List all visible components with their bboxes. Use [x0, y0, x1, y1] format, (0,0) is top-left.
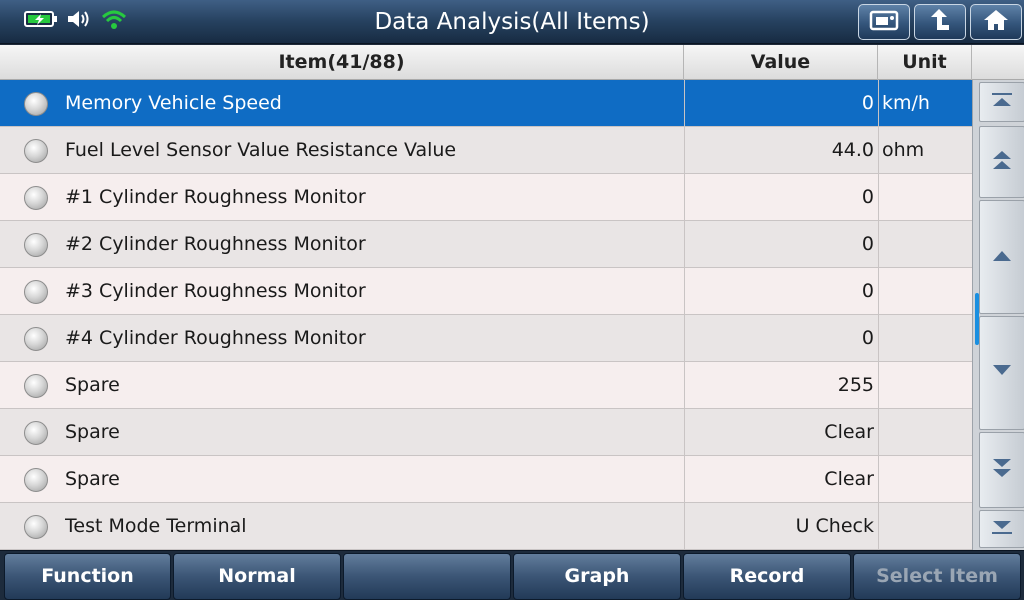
row-item-name: Spare — [65, 421, 120, 443]
row-value: 0 — [684, 268, 874, 314]
table-row[interactable]: Test Mode Terminal U Check — [0, 503, 972, 550]
row-unit — [878, 503, 972, 549]
row-item-name: #2 Cylinder Roughness Monitor — [65, 233, 366, 255]
function-button[interactable]: Function — [4, 553, 171, 600]
select-item-button[interactable]: Select Item — [853, 553, 1021, 600]
chevron-down-icon — [990, 363, 1014, 383]
row-item-name: Spare — [65, 374, 120, 396]
row-radio[interactable] — [24, 374, 48, 398]
row-unit: ohm — [878, 127, 972, 173]
row-radio[interactable] — [24, 468, 48, 492]
row-radio[interactable] — [24, 233, 48, 257]
row-value: 44.0 — [684, 127, 874, 173]
row-unit: km/h — [878, 80, 972, 126]
back-arrow-icon — [925, 7, 955, 37]
row-value: U Check — [684, 503, 874, 549]
table-row[interactable]: Spare 255 — [0, 362, 972, 409]
home-icon — [981, 7, 1011, 37]
row-value: 0 — [684, 80, 874, 126]
row-value: Clear — [684, 409, 874, 455]
row-radio[interactable] — [24, 327, 48, 351]
row-item-name: Test Mode Terminal — [65, 515, 247, 537]
column-header-value[interactable]: Value — [684, 45, 878, 80]
table-row[interactable]: Spare Clear — [0, 409, 972, 456]
home-button[interactable] — [970, 4, 1022, 40]
row-item-name: #3 Cylinder Roughness Monitor — [65, 280, 366, 302]
row-radio[interactable] — [24, 186, 48, 210]
row-radio[interactable] — [24, 139, 48, 163]
row-item-name: Fuel Level Sensor Value Resistance Value — [65, 139, 457, 161]
column-header-spacer — [972, 45, 1024, 80]
column-header-item[interactable]: Item(41/88) — [0, 45, 684, 80]
page-up-button[interactable] — [979, 126, 1024, 198]
row-unit — [878, 268, 972, 314]
table-row[interactable]: #1 Cylinder Roughness Monitor 0 — [0, 174, 972, 221]
data-table: Item(41/88) Value Unit Memory Vehicle Sp… — [0, 45, 1024, 550]
table-row[interactable]: Spare Clear — [0, 456, 972, 503]
scroll-down-button[interactable] — [979, 316, 1024, 430]
row-value: 0 — [684, 221, 874, 267]
scroll-up-button[interactable] — [979, 200, 1024, 314]
column-header-unit[interactable]: Unit — [878, 45, 972, 80]
scroll-to-bottom-button[interactable] — [979, 510, 1024, 548]
chevron-up-icon — [990, 247, 1014, 267]
table-header: Item(41/88) Value Unit — [0, 45, 1024, 80]
row-radio[interactable] — [24, 515, 48, 539]
screenshot-button[interactable] — [858, 4, 910, 40]
scroll-to-top-button[interactable] — [979, 82, 1024, 122]
scrollbar[interactable] — [972, 80, 1024, 550]
row-unit — [878, 174, 972, 220]
double-chevron-down-icon — [990, 456, 1014, 484]
normal-button[interactable]: Normal — [173, 553, 341, 600]
skip-to-bottom-icon — [990, 519, 1014, 539]
row-unit — [878, 221, 972, 267]
record-button[interactable]: Record — [683, 553, 851, 600]
screenshot-icon — [869, 9, 899, 35]
row-item-name: #4 Cylinder Roughness Monitor — [65, 327, 366, 349]
row-unit — [878, 409, 972, 455]
row-unit — [878, 456, 972, 502]
row-unit — [878, 315, 972, 361]
table-row[interactable]: Fuel Level Sensor Value Resistance Value… — [0, 127, 972, 174]
table-row[interactable]: Memory Vehicle Speed 0 km/h — [0, 80, 972, 127]
table-rows: Memory Vehicle Speed 0 km/h Fuel Level S… — [0, 80, 972, 550]
blank-button[interactable] — [343, 553, 511, 600]
row-item-name: Memory Vehicle Speed — [65, 92, 282, 114]
graph-button[interactable]: Graph — [513, 553, 681, 600]
table-row[interactable]: #3 Cylinder Roughness Monitor 0 — [0, 268, 972, 315]
double-chevron-up-icon — [990, 148, 1014, 176]
row-value: Clear — [684, 456, 874, 502]
row-radio[interactable] — [24, 92, 48, 116]
row-value: 0 — [684, 174, 874, 220]
row-item-name: Spare — [65, 468, 120, 490]
table-row[interactable]: #4 Cylinder Roughness Monitor 0 — [0, 315, 972, 362]
bottom-toolbar: Function Normal Graph Record Select Item — [0, 550, 1024, 600]
row-value: 0 — [684, 315, 874, 361]
row-value: 255 — [684, 362, 874, 408]
back-button[interactable] — [914, 4, 966, 40]
row-radio[interactable] — [24, 280, 48, 304]
table-row[interactable]: #2 Cylinder Roughness Monitor 0 — [0, 221, 972, 268]
page-down-button[interactable] — [979, 432, 1024, 508]
skip-to-top-icon — [990, 92, 1014, 112]
title-bar: Data Analysis(All Items) — [0, 0, 1024, 44]
row-item-name: #1 Cylinder Roughness Monitor — [65, 186, 366, 208]
row-unit — [878, 362, 972, 408]
row-radio[interactable] — [24, 421, 48, 445]
